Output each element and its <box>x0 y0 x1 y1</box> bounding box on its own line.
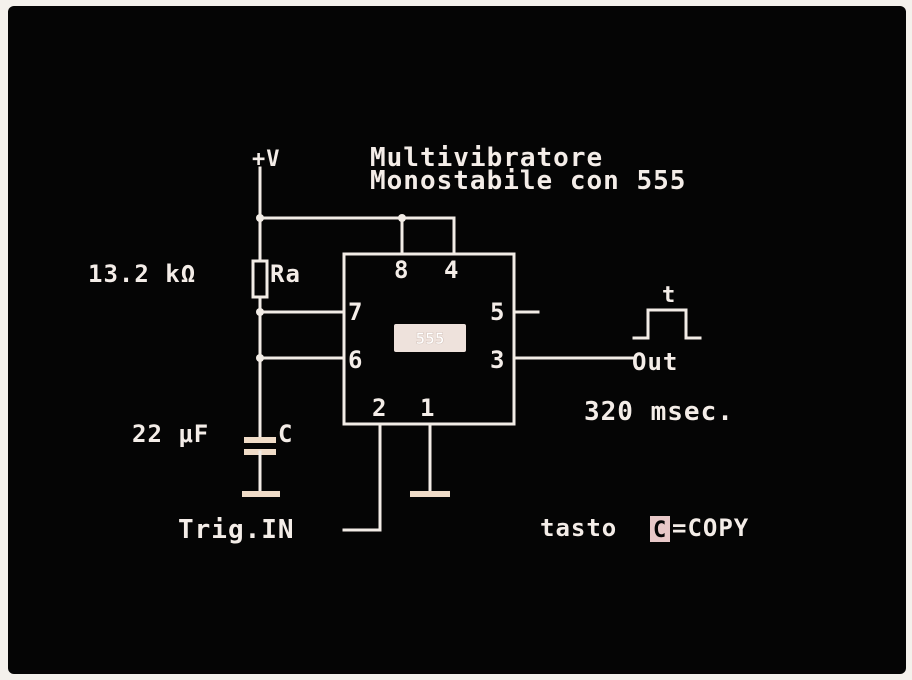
trigger-label: Trig.IN <box>178 515 295 545</box>
resistor-name: Ra <box>270 260 301 288</box>
pulse-waveform <box>632 308 702 340</box>
output-label: Out <box>632 348 678 376</box>
pin-3-label: 3 <box>490 346 505 374</box>
schematic-diagram: Multivibratore Monostabile con 555 +V 13… <box>88 143 749 545</box>
pulse-duration: 320 msec. <box>584 397 734 427</box>
pin-7-label: 7 <box>348 298 363 326</box>
resistor-ra <box>251 259 269 299</box>
resistor-value: 13.2 kΩ <box>88 260 196 288</box>
pin-5-label: 5 <box>490 298 505 326</box>
crt-screen: Multivibratore Monostabile con 555 +V 13… <box>8 6 906 674</box>
junction-dot <box>256 214 264 222</box>
key-suffix: =COPY <box>672 514 749 542</box>
pin-1-label: 1 <box>420 394 435 422</box>
pin-2-label: 2 <box>372 394 387 422</box>
chip-label: 555 <box>416 329 445 348</box>
pin-8-label: 8 <box>394 256 409 284</box>
pin-4-label: 4 <box>444 256 459 284</box>
key-letter: C <box>653 518 666 543</box>
title-line-2: Monostabile con 555 <box>370 166 686 196</box>
capacitor-value: 22 μF <box>132 420 209 448</box>
key-prefix: tasto <box>540 514 617 542</box>
capacitor-name: C <box>278 420 293 448</box>
pulse-width-label: t <box>662 283 676 308</box>
supply-label: +V <box>252 147 281 172</box>
pin-6-label: 6 <box>348 346 363 374</box>
copy-key-hint: tasto C =COPY <box>540 514 749 543</box>
